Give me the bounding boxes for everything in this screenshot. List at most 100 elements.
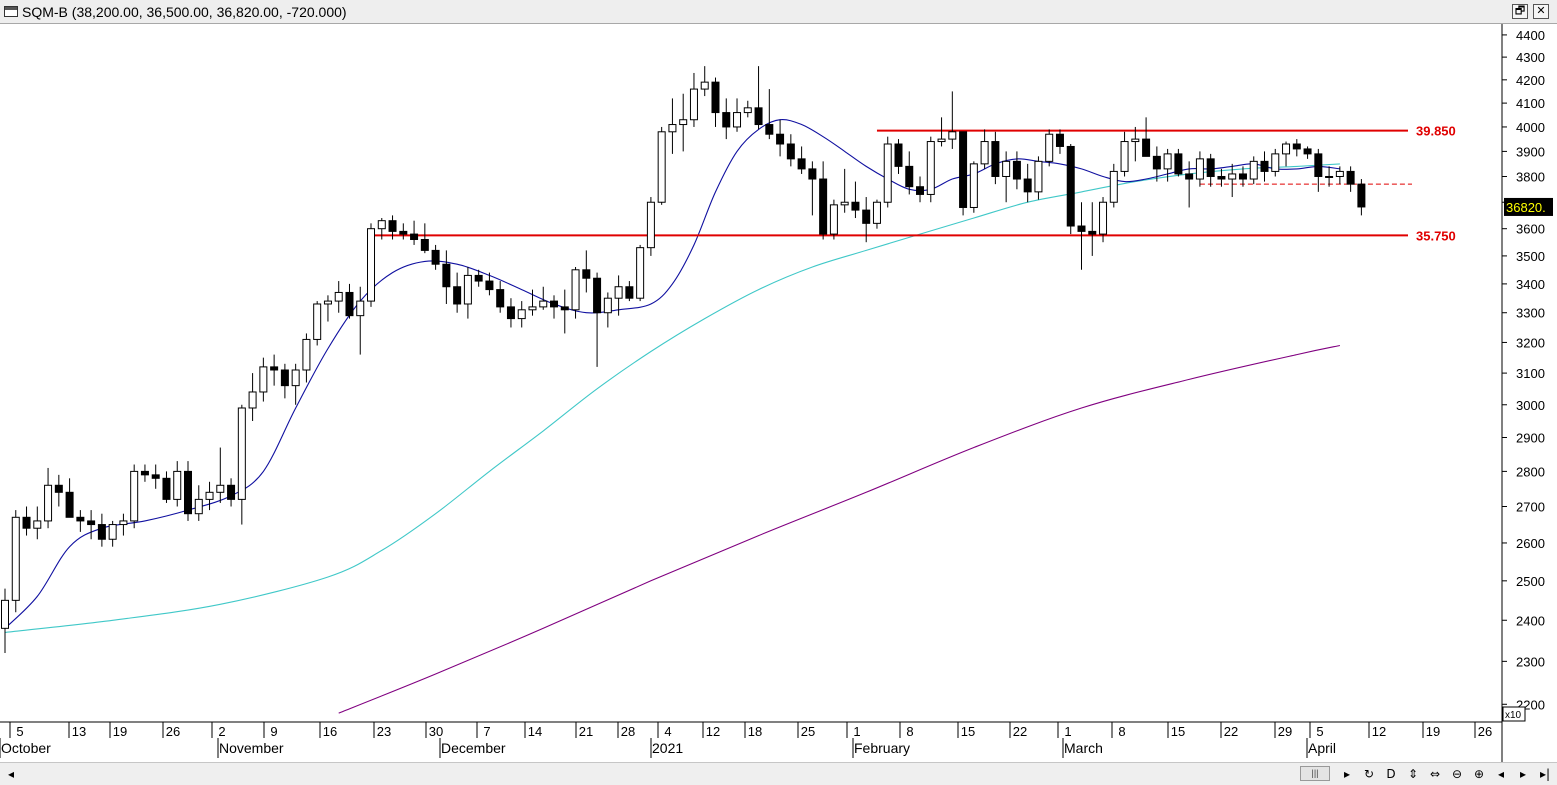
candle-body [184, 470, 193, 515]
day-tick-label: 7 [483, 724, 490, 739]
candle-body [302, 338, 311, 371]
candle [711, 77, 720, 127]
candle [926, 136, 935, 203]
candle [1228, 163, 1237, 198]
price-tick-label: 2700 [1516, 500, 1545, 515]
candle [11, 510, 20, 613]
candle [410, 220, 419, 245]
candle [550, 295, 559, 319]
candle-body [1174, 153, 1183, 175]
close-window-button[interactable]: ✕ [1533, 4, 1549, 19]
candle [883, 136, 892, 208]
candle-body [1282, 143, 1291, 155]
candle [1195, 151, 1204, 187]
horizontal-scrollbar[interactable]: ◂ ||| ▸ ↻ D ⇕ ⇔ ⊖ ⊕ ◂ ▸ ▸| [0, 762, 1557, 785]
candle-body [969, 163, 978, 208]
zoom-in-icon[interactable]: ⊕ [1470, 765, 1488, 783]
scrollbar-thumb[interactable]: ||| [1300, 766, 1330, 781]
scroll-back-icon[interactable]: ◂ [1492, 765, 1510, 783]
price-tick-label: 3300 [1516, 306, 1545, 321]
day-tick-label: 19 [1426, 724, 1440, 739]
scale-multiplier-label: x10 [1505, 710, 1522, 721]
day-tick-label: 5 [1316, 724, 1323, 739]
window-titlebar: SQM-B (38,200.00, 36,500.00, 36,820.00, … [0, 0, 1557, 24]
month-label: March [1064, 740, 1103, 756]
candle [1055, 129, 1064, 154]
refresh-icon[interactable]: ↻ [1360, 765, 1378, 783]
candle-body [1357, 183, 1366, 208]
candle [140, 464, 149, 482]
candle-body [1034, 160, 1043, 193]
date-mode-icon[interactable]: D [1382, 765, 1400, 783]
price-tick-label: 2600 [1516, 536, 1545, 551]
day-tick-label: 12 [1372, 724, 1386, 739]
last-price-label: 36820. [1506, 200, 1546, 215]
candle-body [1077, 225, 1086, 232]
candle-body [614, 286, 623, 299]
restore-window-button[interactable]: 🗗 [1512, 4, 1528, 19]
candle-body [1260, 160, 1269, 172]
candle-body [130, 470, 139, 522]
candle-body [689, 88, 698, 121]
candle-body [1099, 201, 1108, 235]
candle [916, 176, 925, 203]
fit-icon[interactable]: ⇔ [1426, 765, 1444, 783]
scroll-right-icon[interactable]: ▸ [1338, 765, 1356, 783]
candle-body [1088, 230, 1097, 235]
month-label: February [854, 740, 910, 756]
candle [733, 98, 742, 132]
day-tick-label: 1 [853, 724, 860, 739]
zoom-out-icon[interactable]: ⊖ [1448, 765, 1466, 783]
candle-body [700, 81, 709, 90]
price-tick-label: 3000 [1516, 398, 1545, 413]
month-label: November [219, 740, 284, 756]
chart-window-icon [4, 6, 18, 17]
compress-icon[interactable]: ⇕ [1404, 765, 1422, 783]
candle-body [22, 516, 31, 529]
scroll-end-icon[interactable]: ▸| [1536, 765, 1554, 783]
candle [431, 244, 440, 270]
candle-body [108, 524, 117, 540]
candle [872, 199, 881, 229]
candle [1292, 139, 1301, 157]
price-chart[interactable]: 39.850 35.750 4400 4300 4200 4100 4000 3900 380… [0, 24, 1557, 762]
candle [1066, 144, 1075, 235]
candle-body [593, 277, 602, 314]
candle [1045, 129, 1054, 167]
candle [162, 471, 171, 503]
candle-body [1023, 178, 1032, 193]
day-tick-label: 22 [1013, 724, 1027, 739]
price-tick-label: 3600 [1516, 222, 1545, 237]
candle [205, 481, 214, 511]
candle-body [54, 484, 63, 493]
candle-body [582, 269, 591, 279]
candle-body [754, 107, 763, 126]
candle-body [162, 477, 171, 500]
candle-body [1292, 143, 1301, 150]
candle [87, 510, 96, 540]
candle-body [65, 491, 74, 518]
candle-body [926, 141, 935, 195]
candle-body [1346, 170, 1355, 185]
candle [991, 131, 1000, 185]
scroll-forward-icon[interactable]: ▸ [1514, 765, 1532, 783]
candle [496, 281, 505, 313]
candle-body [829, 204, 838, 235]
candle [442, 250, 451, 304]
candle-body [872, 201, 881, 224]
candle-body [388, 220, 397, 232]
scroll-left-icon[interactable]: ◂ [2, 765, 20, 783]
candle [227, 478, 236, 507]
candle-body [991, 141, 1000, 177]
candle-body [1238, 173, 1247, 180]
candle-body [485, 280, 494, 291]
candle [22, 506, 31, 536]
price-tick-label: 4100 [1516, 96, 1545, 111]
candle [797, 146, 806, 174]
candle [1023, 163, 1032, 203]
candle [334, 281, 343, 313]
candle-body [1, 599, 9, 629]
candle [1034, 156, 1043, 200]
candle-body [679, 119, 688, 126]
candle-body [259, 366, 268, 393]
